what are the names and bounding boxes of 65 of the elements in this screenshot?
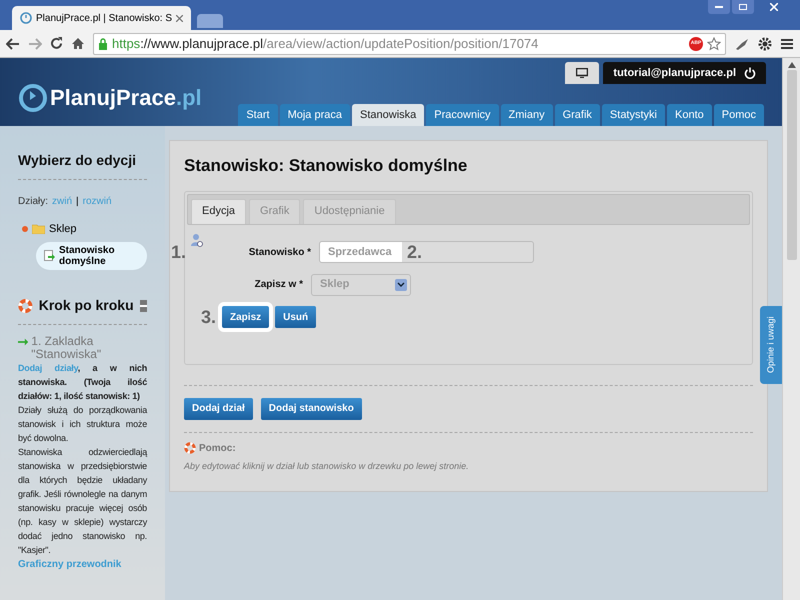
tab[interactable]: Grafik xyxy=(249,198,300,224)
tab[interactable]: Udostępnianie xyxy=(303,198,396,224)
page-title: Stanowisko: Stanowisko domyślne xyxy=(184,155,468,177)
form-button[interactable]: Zapisz xyxy=(222,306,270,328)
maximize-button[interactable] xyxy=(732,0,754,14)
settings-icon[interactable] xyxy=(758,36,772,50)
step-marker: 1. xyxy=(171,240,188,264)
reload-icon[interactable] xyxy=(50,37,63,50)
nav-tab[interactable]: Pracownicy xyxy=(426,104,499,126)
power-icon xyxy=(744,67,756,79)
nav-tab[interactable]: Statystyki xyxy=(602,104,665,126)
step-marker: 3. xyxy=(201,306,216,328)
user-account-button[interactable]: tutorial@planujprace.pl xyxy=(603,62,766,84)
nav-tab[interactable]: Stanowiska xyxy=(352,104,424,126)
step-paragraph: Stanowiska odzwierciedlają stanowiska w przedsiębiorstwie dla których będzie układany grafik. Jeśli równolegle na danym stanowisku pracuje więcej osób (np. kasy w sklepie) wystarczy dodać jedno stanowisko np. "Kasjer". xyxy=(18,446,147,556)
clock-logo-icon xyxy=(18,82,48,112)
nav-tab[interactable]: Konto xyxy=(667,104,712,126)
menu-icon[interactable] xyxy=(780,38,794,50)
nav-tab[interactable]: Pomoc xyxy=(714,104,764,126)
field-label: Stanowisko * xyxy=(248,246,311,260)
new-tab-button[interactable] xyxy=(197,14,224,28)
action-button[interactable]: Dodaj dział xyxy=(184,398,253,420)
monitor-icon xyxy=(576,68,588,78)
guide-title: Krok po kroku xyxy=(38,296,134,315)
display-button[interactable] xyxy=(565,62,600,84)
collapse-toggle-icon[interactable] xyxy=(140,300,147,312)
feedback-tab[interactable]: Opinie i uwagi xyxy=(760,306,782,384)
tree-item[interactable]: Stanowisko domyślne xyxy=(36,242,147,270)
step-paragraph: Dodaj działy, a w nich stanowiska. (Twoja ilość działów: 1, ilość stanowisk: 1) xyxy=(18,362,147,402)
step-paragraph: Działy służą do porządkowania stanowisk i ich struktura może być dowolna. xyxy=(18,404,147,444)
link-separator: | xyxy=(76,195,79,209)
close-icon xyxy=(770,3,778,11)
scrollbar-thumb[interactable] xyxy=(786,70,796,260)
url-text: https://www.planujprace.pl/area/view/action/updatePosition/position/17074 xyxy=(112,34,540,53)
home-icon[interactable] xyxy=(71,37,85,50)
help-title: Pomoc: xyxy=(199,442,236,456)
tab[interactable]: Edycja xyxy=(191,198,246,224)
tab-title: PlanujPrace.pl | Stanowisko: S xyxy=(36,12,172,26)
user-clock-icon xyxy=(191,232,203,246)
sidebar-title: Wybierz do edycji xyxy=(18,150,147,180)
scrollbar[interactable] xyxy=(782,58,800,600)
site-logo[interactable]: PlanujPrace.pl xyxy=(50,81,202,114)
nav-tab[interactable]: Zmiany xyxy=(500,104,553,126)
help-text: Aby edytować kliknij w dział lub stanowisko w drzewku po lewej stronie. xyxy=(184,460,470,473)
folder-icon xyxy=(32,224,45,234)
form-button[interactable]: Usuń xyxy=(275,306,316,328)
lifebuoy-icon xyxy=(184,442,196,454)
nav-tab[interactable]: Start xyxy=(238,104,278,126)
scroll-up-icon[interactable] xyxy=(788,62,796,68)
step-marker: 2. xyxy=(407,240,422,264)
tree-item[interactable]: Sklep xyxy=(49,221,77,238)
clock-logo-icon xyxy=(20,12,32,24)
action-button[interactable]: Dodaj stanowisko xyxy=(260,398,362,420)
step-title: 1. Zakladka "Stanowiska" xyxy=(31,334,102,360)
right-arrow-icon xyxy=(18,338,28,346)
lock-icon xyxy=(98,38,108,50)
nav-tab[interactable]: Moja praca xyxy=(280,104,350,126)
browser-tab[interactable]: PlanujPrace.pl | Stanowisko: S xyxy=(12,6,192,30)
departments-label: Działy: xyxy=(18,195,48,209)
close-icon[interactable] xyxy=(176,14,184,22)
nav-tab[interactable]: Grafik xyxy=(554,104,600,126)
field-label: Zapisz w * xyxy=(254,278,303,292)
minimize-button[interactable] xyxy=(708,0,730,14)
star-icon[interactable] xyxy=(707,36,721,50)
back-icon[interactable] xyxy=(6,38,20,50)
